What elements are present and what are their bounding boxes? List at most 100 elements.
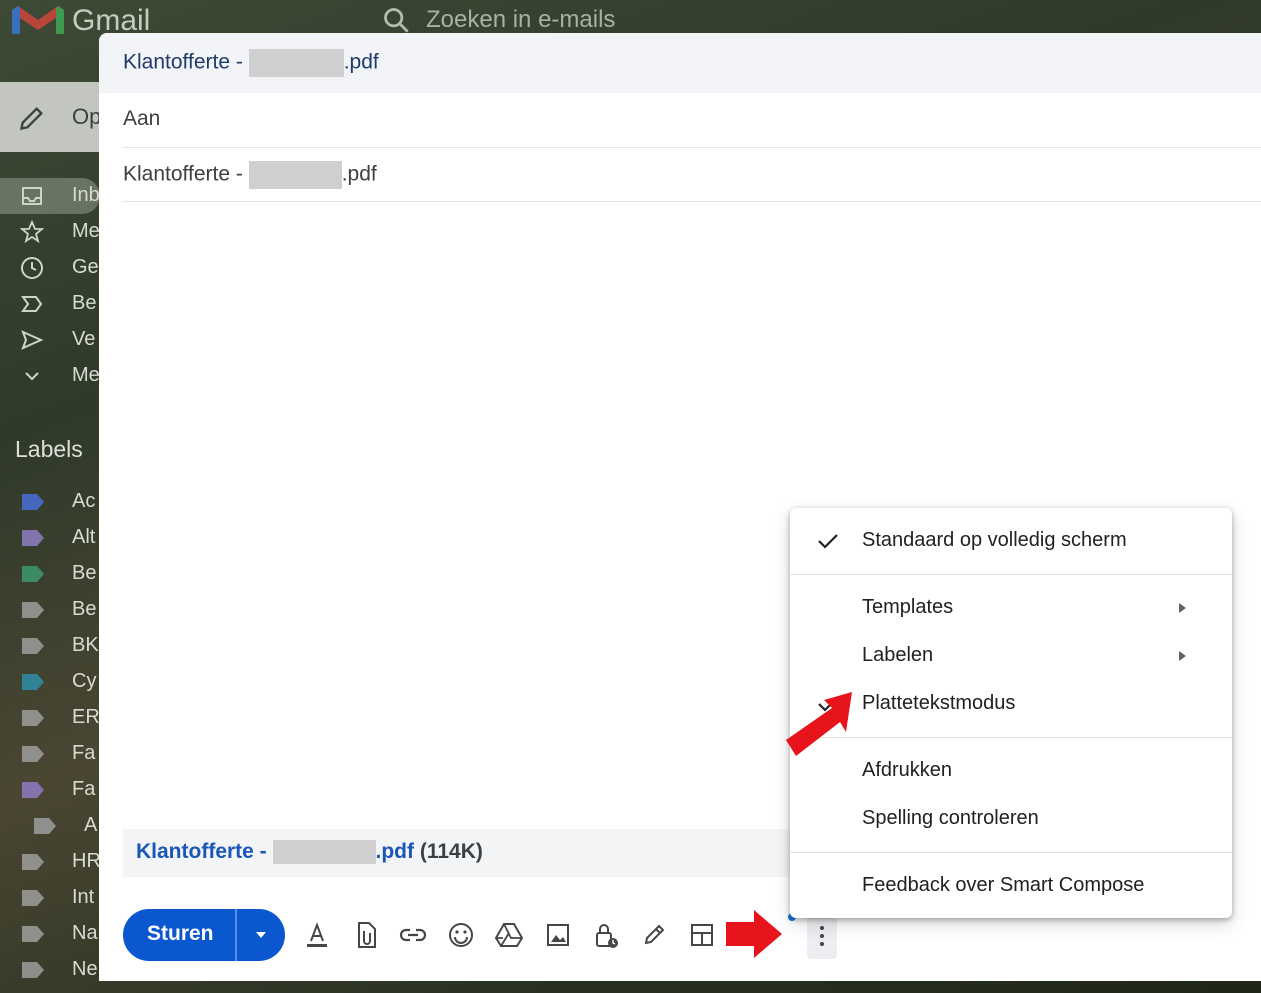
attachment-suffix: .pdf xyxy=(375,840,414,863)
label-tag-icon xyxy=(34,818,56,834)
sidebar-label-name: ER xyxy=(72,706,100,728)
more-options-menu: Standaard op volledig scherm Templates L… xyxy=(790,508,1232,918)
label-tag-icon xyxy=(22,566,44,582)
sidebar-nav-item[interactable]: Be xyxy=(0,286,100,322)
menu-item-templates[interactable]: Templates xyxy=(790,584,1232,632)
send-label: Sturen xyxy=(147,922,214,945)
attachment-name[interactable]: Klantofferte - .pdf (114K) xyxy=(136,840,483,865)
to-field[interactable]: Aan xyxy=(123,93,1261,148)
sidebar-nav-label: Ve xyxy=(72,328,96,350)
text-format-icon[interactable] xyxy=(301,919,333,951)
menu-divider xyxy=(790,574,1232,575)
link-icon[interactable] xyxy=(397,919,429,951)
sidebar-label-item[interactable]: BK xyxy=(0,628,100,664)
redacted-block xyxy=(248,49,344,77)
subject-value: Klantofferte - .pdf xyxy=(123,161,377,189)
label-tag-icon xyxy=(22,530,44,546)
more-options-button[interactable] xyxy=(807,913,837,959)
menu-item-label: Labelen xyxy=(862,644,934,666)
sidebar-label-item[interactable]: Int xyxy=(0,880,100,916)
submenu-arrow-icon xyxy=(1179,651,1186,661)
sidebar-label-name: Cy xyxy=(72,670,97,692)
sidebar-label-item[interactable]: Fa xyxy=(0,736,100,772)
layout-icon[interactable] xyxy=(686,919,718,951)
compose-title: Klantofferte - .pdf xyxy=(123,49,379,77)
search-input[interactable]: Zoeken in e-mails xyxy=(426,6,615,34)
redacted-block xyxy=(248,161,342,189)
menu-item-smart-compose-feedback[interactable]: Feedback over Smart Compose xyxy=(790,862,1232,910)
annotation-arrow-icon xyxy=(726,910,782,958)
sidebar-label-item[interactable]: A xyxy=(12,808,112,844)
label-tag-icon xyxy=(22,674,44,690)
schedule-send-dropdown[interactable] xyxy=(237,909,285,961)
sidebar-label-name: Alt xyxy=(72,526,96,548)
menu-item-label: Feedback over Smart Compose xyxy=(862,874,1145,896)
sidebar-label-item[interactable]: Na xyxy=(0,916,100,952)
sidebar-label-item[interactable]: Be xyxy=(0,592,100,628)
attachment-size: (114K) xyxy=(419,840,483,863)
menu-item-label: Plattetekstmodus xyxy=(862,692,1016,714)
confidential-mode-icon[interactable] xyxy=(590,919,622,951)
sidebar-nav-label: Ge xyxy=(72,256,99,278)
sidebar-label-name: Fa xyxy=(72,742,96,764)
label-tag-icon xyxy=(22,638,44,654)
image-icon[interactable] xyxy=(542,919,574,951)
caret-down-icon xyxy=(256,932,266,938)
labels-heading: Labels xyxy=(15,436,83,462)
menu-item-plain-text-mode[interactable]: Plattetekstmodus xyxy=(790,680,1232,728)
gmail-logo-icon[interactable] xyxy=(8,2,68,38)
menu-divider xyxy=(790,737,1232,738)
sidebar-label-name: Be xyxy=(72,598,97,620)
sidebar-label-name: A xyxy=(84,814,98,836)
sidebar-nav-item[interactable]: Ge xyxy=(0,250,100,286)
checkmark-icon xyxy=(818,534,838,549)
attachment-chip[interactable]: Klantofferte - .pdf (114K) xyxy=(123,829,793,877)
sidebar-label-item[interactable]: Ac xyxy=(0,484,100,520)
menu-item-label: Afdrukken xyxy=(862,759,953,781)
star-icon xyxy=(20,220,44,244)
sidebar-label-name: Ac xyxy=(72,490,96,512)
compose-title-prefix: Klantofferte - xyxy=(123,50,249,74)
attach-file-icon[interactable] xyxy=(350,919,382,951)
menu-item-fullscreen-default[interactable]: Standaard op volledig scherm xyxy=(790,517,1232,565)
label-tag-icon xyxy=(22,746,44,762)
sidebar-label-item[interactable]: Cy xyxy=(0,664,100,700)
sidebar-label-name: Fa xyxy=(72,778,96,800)
label-tag-icon xyxy=(22,494,44,510)
menu-item-spell-check[interactable]: Spelling controleren xyxy=(790,795,1232,843)
sidebar-nav-item[interactable]: Inb xyxy=(0,178,100,214)
sidebar-nav-item[interactable]: Me xyxy=(0,358,100,394)
menu-item-labels[interactable]: Labelen xyxy=(790,632,1232,680)
subject-field[interactable]: Klantofferte - .pdf xyxy=(123,147,1261,202)
sidebar-label-item[interactable]: ER xyxy=(0,700,100,736)
sidebar-label-name: Int xyxy=(72,886,95,908)
compose-label: Op xyxy=(72,104,102,129)
sidebar-label-item[interactable]: Ne xyxy=(0,952,100,988)
more-vert-icon xyxy=(820,926,824,946)
submenu-arrow-icon xyxy=(1179,603,1186,613)
label-tag-icon xyxy=(22,710,44,726)
signature-icon[interactable] xyxy=(638,919,670,951)
sidebar-nav-item[interactable]: Ve xyxy=(0,322,100,358)
chevron-down-icon xyxy=(25,372,39,381)
sidebar-label-item[interactable]: Fa xyxy=(0,772,100,808)
search-icon[interactable] xyxy=(382,6,410,34)
sidebar-label-name: Ne xyxy=(72,958,98,980)
sidebar-label-item[interactable]: Be xyxy=(0,556,100,592)
google-drive-icon[interactable] xyxy=(493,919,525,951)
emoji-icon[interactable] xyxy=(445,919,477,951)
sidebar-label-name: Na xyxy=(72,922,98,944)
sidebar-nav-label: Me xyxy=(72,220,100,242)
sidebar-nav-item[interactable]: Me xyxy=(0,214,100,250)
label-important-icon xyxy=(21,296,43,312)
menu-item-label: Templates xyxy=(862,596,954,618)
menu-item-print[interactable]: Afdrukken xyxy=(790,747,1232,795)
label-tag-icon xyxy=(22,890,44,906)
pencil-icon xyxy=(20,107,43,130)
sidebar-label-item[interactable]: Alt xyxy=(0,520,100,556)
send-icon xyxy=(21,330,44,350)
compose-header[interactable]: Klantofferte - .pdf xyxy=(99,33,1261,93)
sidebar-label-item[interactable]: HR xyxy=(0,844,101,880)
send-button[interactable]: Sturen xyxy=(123,909,235,961)
annotation-arrow-icon xyxy=(786,692,852,756)
